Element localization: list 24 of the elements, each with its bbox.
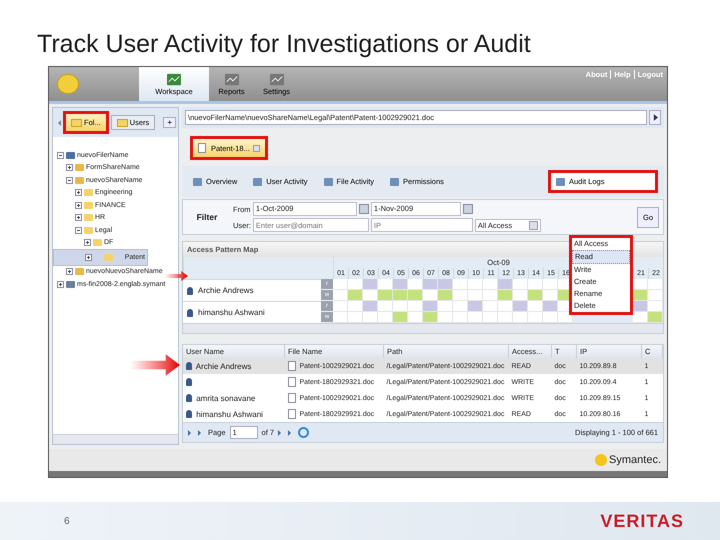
filter-label: Filter — [196, 212, 218, 222]
play-icon — [652, 114, 658, 121]
calendar-icon[interactable] — [462, 204, 473, 214]
calendar-icon[interactable] — [358, 204, 369, 214]
chart-icon — [165, 72, 183, 86]
page-number: 6 — [64, 516, 70, 526]
table-cell: himanshu Ashwani — [196, 410, 263, 418]
user-name: Archie Andrews — [198, 286, 254, 295]
slide-title: Track User Activity for Investigations or Audit — [37, 30, 532, 60]
user-icon — [187, 286, 193, 294]
navigate-button[interactable] — [649, 110, 661, 125]
table-cell: Archie Andrews — [196, 362, 252, 370]
chart-icon — [222, 72, 240, 86]
user-icon — [187, 308, 193, 316]
chart-icon — [268, 72, 286, 86]
pointer-arrow — [130, 353, 180, 377]
vendor-logo: Symantec. — [609, 454, 661, 466]
horizontal-scrollbar[interactable] — [183, 323, 663, 333]
brand-logo: VERITAS — [600, 510, 684, 532]
table-cell: amrita sonavane — [196, 394, 256, 402]
user-name: himanshu Ashwani — [198, 308, 265, 317]
add-tab-button[interactable]: + — [163, 117, 176, 128]
horizontal-scrollbar[interactable] — [53, 434, 178, 444]
app-logo-icon — [57, 74, 79, 94]
